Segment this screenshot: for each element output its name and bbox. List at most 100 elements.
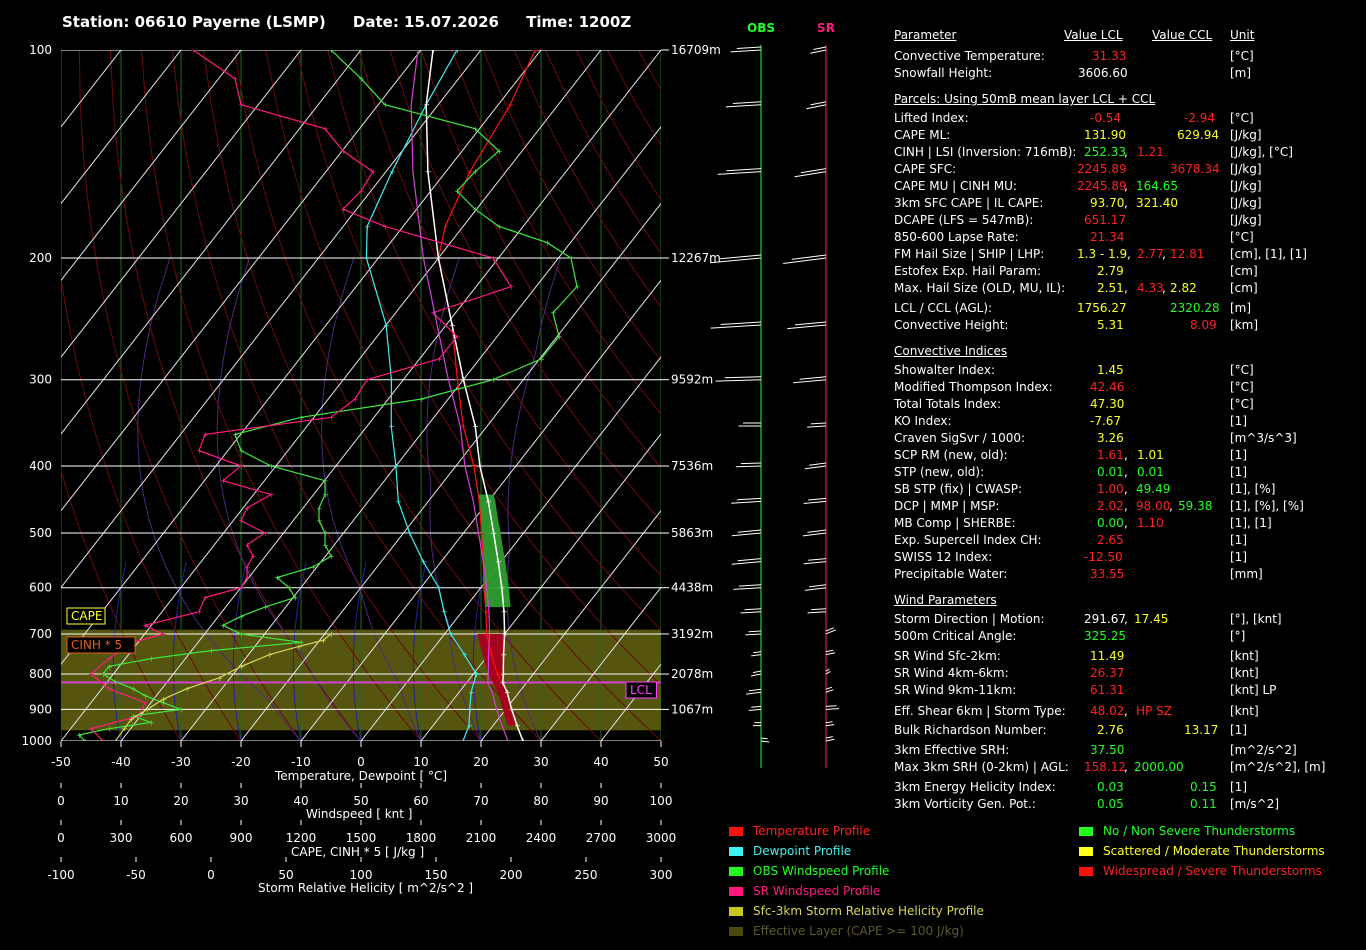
- obs-wind-barb: [748, 708, 762, 711]
- series-point: +: [442, 222, 449, 231]
- series-point: +: [425, 168, 432, 177]
- secondary-tick: 200: [500, 868, 523, 882]
- param-row: Showalter Index: 1.45 [°C]: [894, 363, 1354, 380]
- param-name: Max. Hail Size (OLD, MU, IL):: [894, 281, 1066, 295]
- param-name: KO Index:: [894, 414, 952, 428]
- series-point: +: [113, 737, 120, 746]
- sr-wind-barb: [807, 425, 827, 428]
- obs-wind-barb: [746, 691, 762, 695]
- series-point: +: [574, 283, 581, 292]
- section-heading: Parcels: Using 50mB mean layer LCL + CCL: [894, 92, 1156, 106]
- sr-wind-barb: [803, 500, 827, 504]
- param-row: CAPE SFC: 2245.89 3678.34 [J/kg]: [894, 162, 1354, 179]
- secondary-tick: 900: [230, 831, 253, 845]
- secondary-tick: 2100: [466, 831, 497, 845]
- temp-tick: 0: [357, 755, 365, 769]
- param-value: 0.01: [1097, 465, 1124, 479]
- obs-wind-barb: [717, 171, 762, 175]
- series-point: +: [436, 584, 443, 593]
- secondary-tick: 50: [353, 794, 368, 808]
- param-name: Modified Thompson Index:: [894, 380, 1053, 394]
- obs-wind-barb: [738, 584, 762, 587]
- param-row: Bulk Richardson Number: 2.76 13.17 [1]: [894, 723, 1354, 740]
- series-point: +: [238, 630, 245, 639]
- param-name: Lifted Index:: [894, 111, 969, 125]
- param-name: 500m Critical Angle:: [894, 629, 1017, 643]
- dry-adiabat: [701, 50, 881, 741]
- series-point: +: [184, 685, 191, 694]
- series-point: +: [449, 321, 456, 330]
- param-name: 3km SFC CAPE | IL CAPE:: [894, 196, 1044, 210]
- param-value: 1.10: [1137, 516, 1164, 530]
- param-value: 1.01: [1137, 448, 1164, 462]
- series-point: +: [322, 529, 329, 538]
- series-point: +: [393, 462, 400, 471]
- param-name: SR Wind 4km-6km:: [894, 666, 1009, 680]
- param-value: 12.81: [1170, 247, 1205, 261]
- param-name: Bulk Richardson Number:: [894, 723, 1047, 737]
- series-point: +: [128, 715, 135, 724]
- secondary-tick: 250: [575, 868, 598, 882]
- series-point: +: [328, 630, 335, 639]
- param-value: ,: [1162, 247, 1166, 261]
- series-point: +: [352, 395, 359, 404]
- series-point: +: [430, 46, 437, 55]
- series-point: +: [322, 541, 329, 550]
- param-value: 2.79: [1097, 264, 1124, 278]
- isotherm: [0, 50, 1, 741]
- param-value: ,: [1124, 465, 1128, 479]
- param-name: 3km Effective SRH:: [894, 743, 1010, 757]
- sounding-diagram: + + + + + + + + + + + + + + + + + + + + + + + + + + + + + + + + + + + + + + + +…: [0, 21, 881, 882]
- param-value: 48.02: [1090, 704, 1125, 718]
- series-point: +: [310, 563, 317, 572]
- series-point: +: [316, 504, 323, 513]
- param-name: MB Comp | SHERBE:: [894, 516, 1016, 530]
- param-row: Eff. Shear 6km | Storm Type: 48.02, HP SZ […: [894, 704, 1354, 721]
- series-point: +: [144, 705, 151, 714]
- series-point: +: [568, 254, 575, 263]
- param-value: 3678.34: [1170, 162, 1220, 176]
- param-value: -0.54: [1090, 111, 1122, 125]
- param-row: CINH | LSI (Inversion: 716mB): 252.33, 1.2…: [894, 145, 1354, 162]
- sr-wind-barb: [807, 611, 827, 614]
- temp-tick: -20: [231, 755, 251, 769]
- param-value: 0.00: [1097, 516, 1124, 530]
- height-label: 3192m: [671, 627, 713, 641]
- sr-wind-barb: [802, 532, 827, 537]
- pressure-tick: 100: [29, 43, 52, 57]
- series-point: +: [461, 651, 468, 660]
- secondary-tick: 3000: [646, 831, 677, 845]
- param-name: FM Hail Size | SHIP | LHP:: [894, 247, 1045, 261]
- series-point: +: [364, 222, 371, 231]
- param-unit: [knt]: [1230, 649, 1259, 663]
- series-point: +: [509, 705, 516, 714]
- legend-item: Dewpoint Profile: [729, 844, 851, 858]
- series-point: +: [238, 584, 245, 593]
- series-point: +: [262, 603, 269, 612]
- series-point: +: [420, 558, 427, 567]
- legend-swatch: [729, 907, 743, 916]
- series-point: +: [220, 621, 227, 630]
- param-value: 2.51: [1097, 281, 1124, 295]
- param-unit: [m^3/s^3]: [1230, 431, 1297, 445]
- obs-wind-barb: [725, 104, 762, 108]
- sr-wind-barb: [793, 379, 827, 384]
- param-value: 321.40: [1136, 196, 1178, 210]
- height-label: 16709m: [671, 43, 721, 57]
- param-row: Max 3km SRH (0-2km) | AGL: 158.12, 2000.00…: [894, 760, 1354, 777]
- param-row: Craven SigSvr / 1000: 3.26 [m^3/s^3]: [894, 431, 1354, 448]
- sr-wind-barb: [799, 376, 827, 380]
- legend-swatch: [729, 927, 743, 936]
- param-value: 2245.89: [1077, 179, 1127, 193]
- series-point: +: [388, 376, 395, 385]
- series-point: +: [232, 75, 239, 84]
- param-value: ,: [1124, 196, 1128, 210]
- series-point: +: [436, 355, 443, 364]
- series-point: +: [514, 722, 521, 731]
- param-unit: [mm]: [1230, 567, 1263, 581]
- param-unit: [J/kg]: [1230, 128, 1262, 142]
- legend-swatch: [729, 827, 743, 836]
- param-value: ,: [1124, 448, 1128, 462]
- param-unit: [°], [knt]: [1230, 612, 1282, 626]
- legend-item: Temperature Profile: [729, 824, 870, 838]
